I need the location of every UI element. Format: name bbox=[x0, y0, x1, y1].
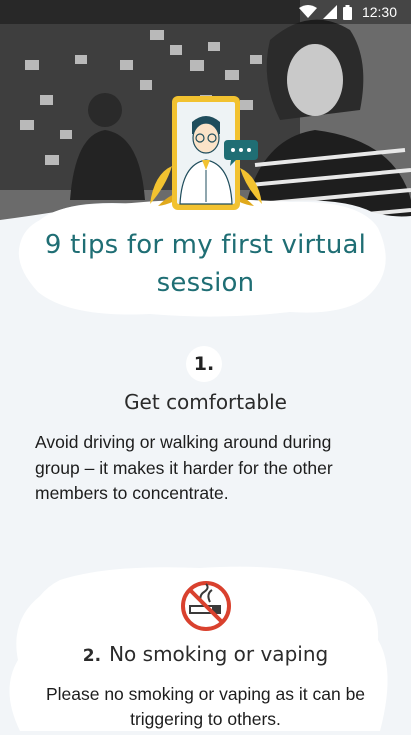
tip-number-badge: 1. bbox=[186, 346, 222, 382]
tip-heading: Get comfortable bbox=[124, 390, 287, 414]
wifi-icon bbox=[298, 5, 317, 19]
tip-body: Avoid driving or walking around during g… bbox=[35, 432, 333, 503]
status-time: 12:30 bbox=[361, 4, 397, 20]
status-bar: 12:30 bbox=[0, 0, 411, 24]
tip-number: 2. bbox=[82, 646, 102, 666]
page-title: 9 tips for my first virtual session bbox=[44, 230, 367, 298]
doctor-phone-illustration bbox=[144, 94, 268, 218]
tip-heading-2: 2. No smoking or vaping bbox=[0, 642, 411, 666]
no-smoking-icon bbox=[180, 580, 232, 636]
cellular-signal-icon bbox=[322, 5, 337, 19]
tip-body-2: Please no smoking or vaping as it can be… bbox=[45, 684, 366, 729]
tip-heading-text: No smoking or vaping bbox=[109, 642, 329, 666]
battery-icon bbox=[342, 4, 352, 20]
